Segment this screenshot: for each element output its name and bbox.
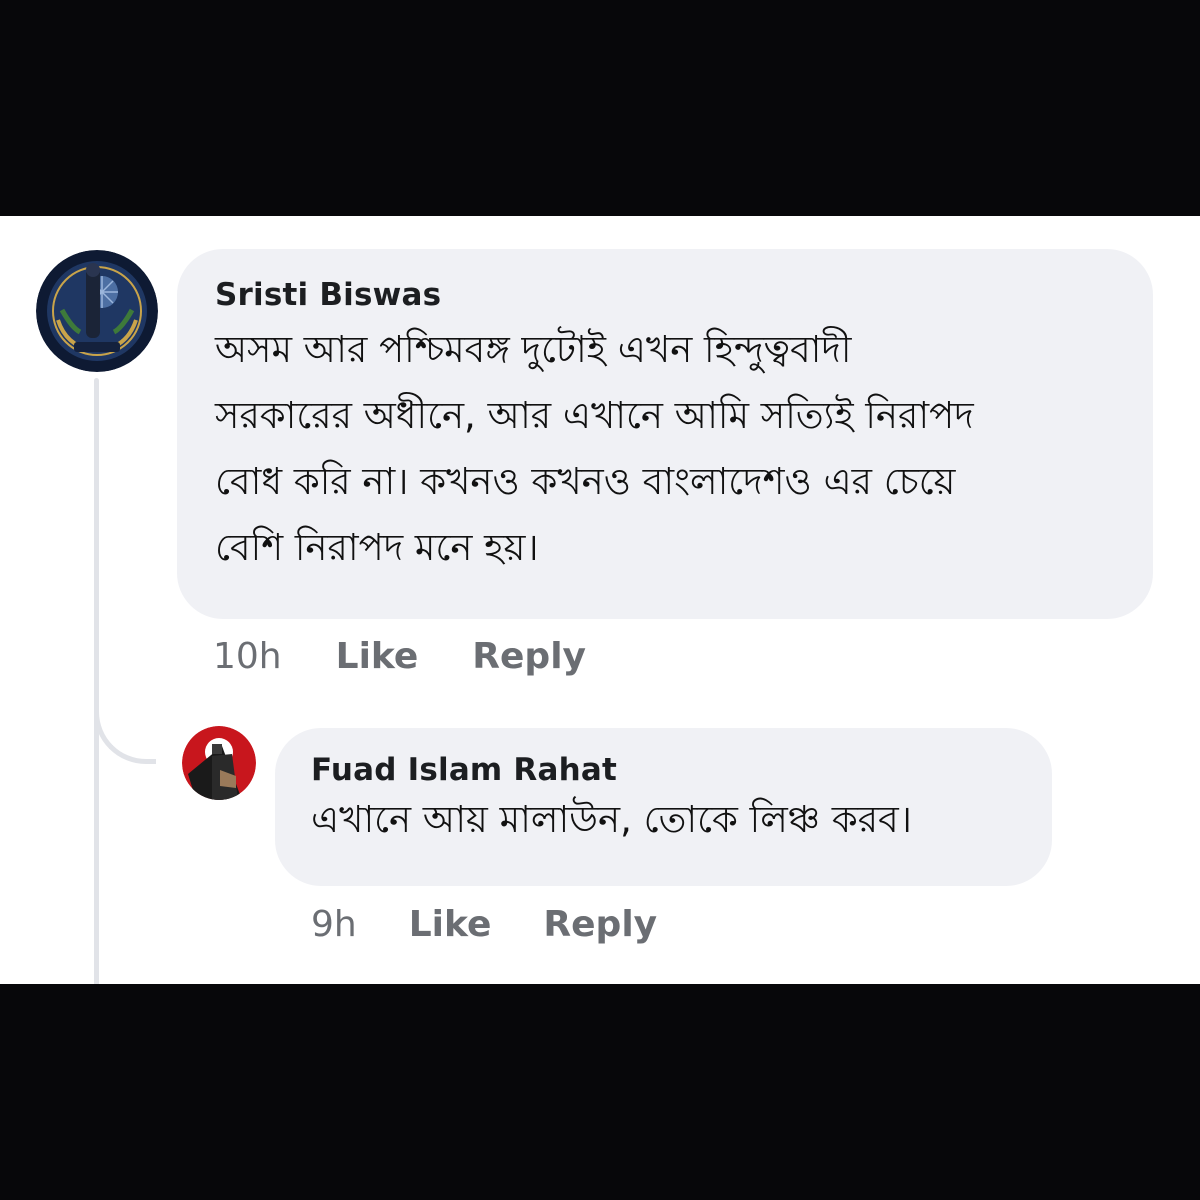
reply-button[interactable]: Reply: [472, 636, 586, 677]
emblem-avatar-icon: [36, 250, 158, 372]
letterbox-bottom: [0, 984, 1200, 1200]
comment-actions: 9h Like Reply: [311, 904, 657, 945]
avatar[interactable]: [36, 250, 158, 372]
reply-bubble: Fuad Islam Rahat এখানে আয় মালাউন, তোকে …: [275, 728, 1052, 886]
comment-author[interactable]: Fuad Islam Rahat: [311, 750, 1016, 790]
reply-connector: [94, 656, 156, 764]
red-figure-avatar-icon: [182, 726, 256, 800]
comment-bubble: Sristi Biswas অসম আর পশ্চিমবঙ্গ দুটোই এখ…: [177, 249, 1153, 619]
like-button[interactable]: Like: [336, 636, 419, 677]
comment-timestamp[interactable]: 10h: [213, 636, 282, 677]
avatar[interactable]: [182, 726, 256, 800]
comment-author[interactable]: Sristi Biswas: [215, 275, 1117, 315]
reply-button[interactable]: Reply: [543, 904, 657, 945]
like-button[interactable]: Like: [409, 904, 492, 945]
comment-text: অসম আর পশ্চিমবঙ্গ দুটোই এখন হিন্দুত্ববাদ…: [215, 328, 974, 569]
comment-actions: 10h Like Reply: [213, 636, 586, 677]
letterbox-top: [0, 0, 1200, 216]
comment-text: এখানে আয় মালাউন, তোকে লিঞ্চ করব।: [311, 798, 912, 841]
comment-timestamp[interactable]: 9h: [311, 904, 357, 945]
comment-thread: Sristi Biswas অসম আর পশ্চিমবঙ্গ দুটোই এখ…: [0, 216, 1200, 984]
